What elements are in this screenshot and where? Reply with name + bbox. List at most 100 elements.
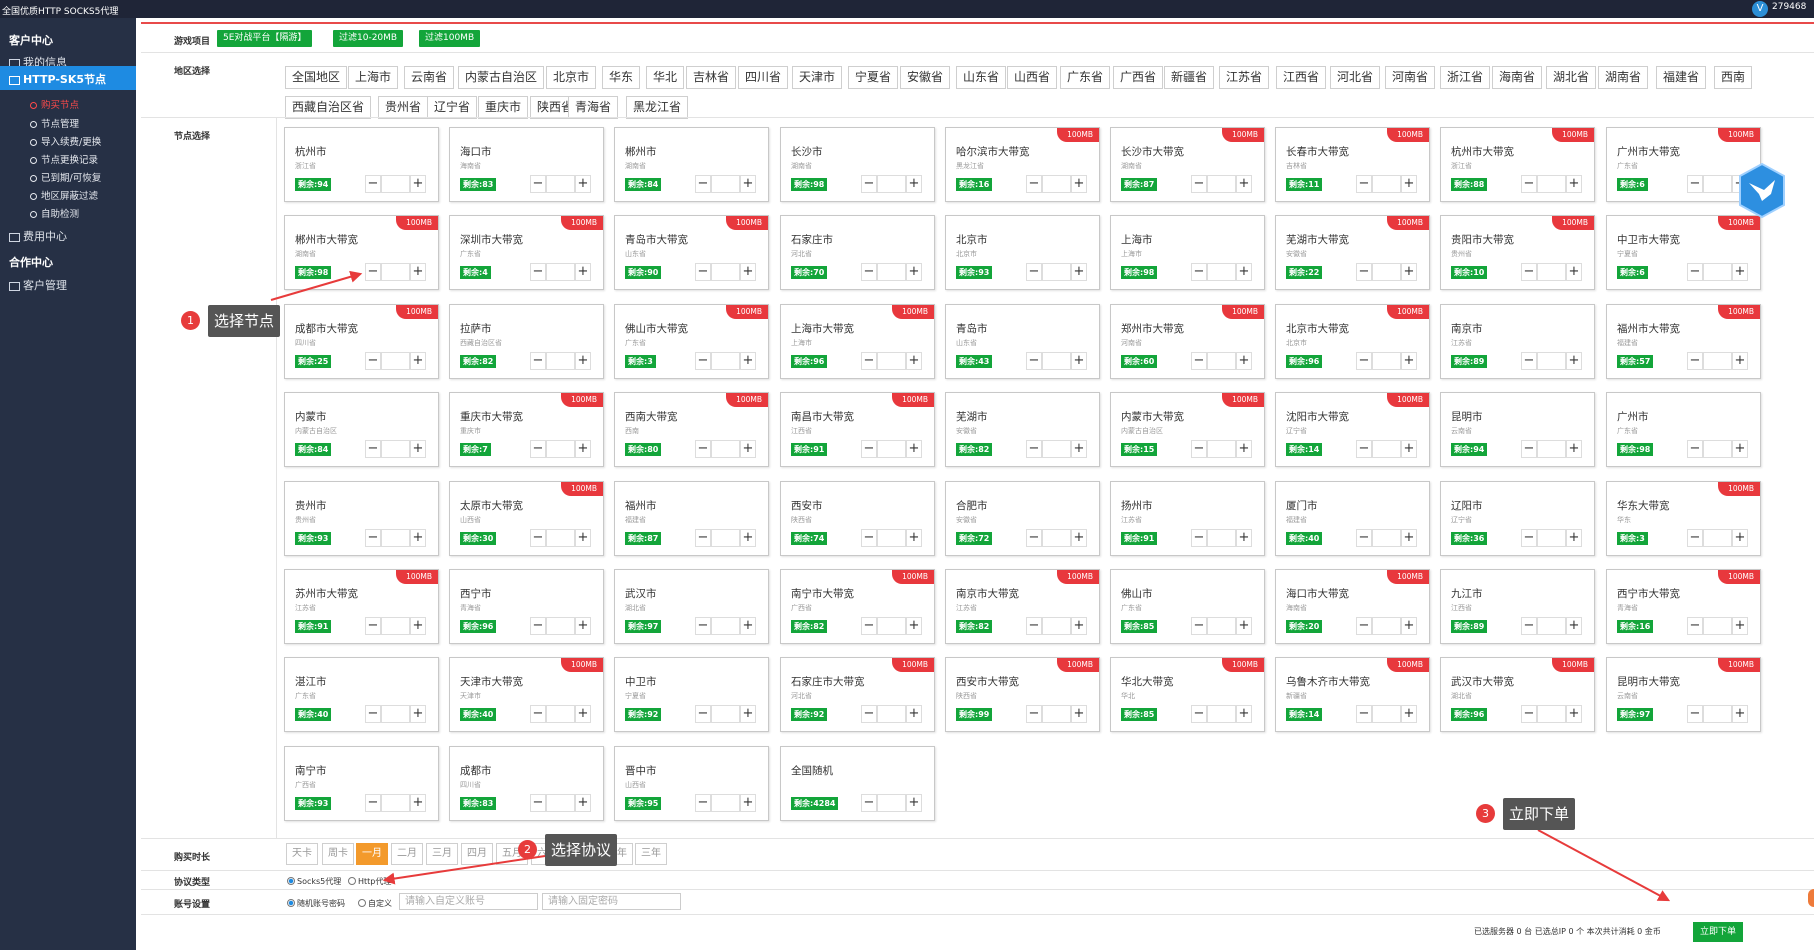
decrement-button[interactable]: − [1687, 175, 1703, 193]
quantity-input[interactable] [877, 352, 906, 370]
region-option[interactable]: 天津市 [792, 66, 843, 89]
decrement-button[interactable]: − [530, 705, 546, 723]
decrement-button[interactable]: − [695, 175, 711, 193]
region-option[interactable]: 华北 [646, 66, 685, 89]
node-card[interactable]: 广州市 广东省 剩余:98 − + [1606, 392, 1761, 467]
node-card[interactable]: 100MB 郴州市大带宽 湖南省 剩余:98 − + [284, 215, 439, 290]
increment-button[interactable]: + [906, 794, 922, 812]
region-option[interactable]: 福建省 [1656, 66, 1707, 89]
decrement-button[interactable]: − [1026, 529, 1042, 547]
region-option[interactable]: 全国地区 [285, 66, 348, 89]
decrement-button[interactable]: − [1191, 529, 1207, 547]
quantity-input[interactable] [381, 794, 410, 812]
increment-button[interactable]: + [1566, 175, 1582, 193]
quantity-input[interactable] [877, 617, 906, 635]
decrement-button[interactable]: − [530, 529, 546, 547]
increment-button[interactable]: + [1071, 617, 1087, 635]
sidebar-sub-node-manage[interactable]: 节点管理 [30, 116, 79, 130]
increment-button[interactable]: + [740, 263, 756, 281]
increment-button[interactable]: + [1732, 352, 1748, 370]
node-card[interactable]: 100MB 乌鲁木齐市大带宽 新疆省 剩余:14 − + [1275, 657, 1430, 732]
decrement-button[interactable]: − [861, 705, 877, 723]
quantity-input[interactable] [546, 440, 575, 458]
decrement-button[interactable]: − [365, 263, 381, 281]
quantity-input[interactable] [711, 440, 740, 458]
quantity-input[interactable] [711, 794, 740, 812]
quantity-input[interactable] [1537, 352, 1566, 370]
decrement-button[interactable]: − [1356, 705, 1372, 723]
increment-button[interactable]: + [1236, 175, 1252, 193]
quantity-input[interactable] [711, 352, 740, 370]
region-option[interactable]: 四川省 [738, 66, 789, 89]
decrement-button[interactable]: − [530, 440, 546, 458]
decrement-button[interactable]: − [365, 794, 381, 812]
node-card[interactable]: 100MB 重庆市大带宽 重庆市 剩余:7 − + [449, 392, 604, 467]
node-card[interactable]: 贵州市 贵州省 剩余:93 − + [284, 481, 439, 556]
node-card[interactable]: 长沙市 湖南省 剩余:98 − + [780, 127, 935, 202]
decrement-button[interactable]: − [695, 440, 711, 458]
node-card[interactable]: 100MB 太原市大带宽 山西省 剩余:30 − + [449, 481, 604, 556]
radio-socks5[interactable] [287, 877, 295, 885]
increment-button[interactable]: + [1071, 175, 1087, 193]
increment-button[interactable]: + [1071, 705, 1087, 723]
duration-option[interactable]: 天卡 [286, 843, 318, 865]
quantity-input[interactable] [546, 529, 575, 547]
node-card[interactable]: 100MB 福州市大带宽 福建省 剩余:57 − + [1606, 304, 1761, 379]
quantity-input[interactable] [1372, 440, 1401, 458]
node-card[interactable]: 100MB 深圳市大带宽 广东省 剩余:4 − + [449, 215, 604, 290]
node-card[interactable]: 郴州市 湖南省 剩余:84 − + [614, 127, 769, 202]
decrement-button[interactable]: − [861, 440, 877, 458]
node-card[interactable]: 晋中市 山西省 剩余:95 − + [614, 746, 769, 821]
decrement-button[interactable]: − [1521, 175, 1537, 193]
increment-button[interactable]: + [575, 440, 591, 458]
node-card[interactable]: 100MB 海口市大带宽 海南省 剩余:20 − + [1275, 569, 1430, 644]
quantity-input[interactable] [1703, 263, 1732, 281]
decrement-button[interactable]: − [530, 263, 546, 281]
increment-button[interactable]: + [740, 705, 756, 723]
increment-button[interactable]: + [575, 705, 591, 723]
increment-button[interactable]: + [906, 175, 922, 193]
quantity-input[interactable] [877, 263, 906, 281]
duration-option[interactable]: 二月 [391, 843, 423, 865]
region-option[interactable]: 宁夏省 [848, 66, 899, 89]
increment-button[interactable]: + [1236, 705, 1252, 723]
node-card[interactable]: 中卫市 宁夏省 剩余:92 − + [614, 657, 769, 732]
node-card[interactable]: 100MB 长沙市大带宽 湖南省 剩余:87 − + [1110, 127, 1265, 202]
quantity-input[interactable] [546, 794, 575, 812]
decrement-button[interactable]: − [695, 529, 711, 547]
decrement-button[interactable]: − [1356, 175, 1372, 193]
region-option[interactable]: 上海市 [348, 66, 399, 89]
increment-button[interactable]: + [740, 617, 756, 635]
node-card[interactable]: 昆明市 云南省 剩余:94 − + [1440, 392, 1595, 467]
increment-button[interactable]: + [575, 263, 591, 281]
increment-button[interactable]: + [906, 705, 922, 723]
region-option[interactable]: 广西省 [1113, 66, 1164, 89]
quantity-input[interactable] [546, 617, 575, 635]
node-card[interactable]: 青岛市 山东省 剩余:43 − + [945, 304, 1100, 379]
increment-button[interactable]: + [1732, 617, 1748, 635]
increment-button[interactable]: + [410, 705, 426, 723]
quantity-input[interactable] [711, 617, 740, 635]
decrement-button[interactable]: − [1191, 352, 1207, 370]
region-option[interactable]: 浙江省 [1440, 66, 1491, 89]
node-card[interactable]: 100MB 南京市大带宽 江苏省 剩余:82 − + [945, 569, 1100, 644]
increment-button[interactable]: + [1566, 440, 1582, 458]
node-card[interactable]: 西安市 陕西省 剩余:74 − + [780, 481, 935, 556]
decrement-button[interactable]: − [1191, 705, 1207, 723]
region-option[interactable]: 新疆省 [1164, 66, 1215, 89]
quantity-input[interactable] [381, 175, 410, 193]
quantity-input[interactable] [1703, 617, 1732, 635]
quantity-input[interactable] [1042, 617, 1071, 635]
increment-button[interactable]: + [410, 352, 426, 370]
quantity-input[interactable] [1537, 705, 1566, 723]
fixed-password-input[interactable]: 请输入固定密码 [542, 893, 681, 910]
node-card[interactable]: 内蒙市 内蒙古自治区 剩余:84 − + [284, 392, 439, 467]
quantity-input[interactable] [1537, 440, 1566, 458]
decrement-button[interactable]: − [1521, 352, 1537, 370]
radio-random-account[interactable] [287, 899, 295, 907]
node-card[interactable]: 南京市 江苏省 剩余:89 − + [1440, 304, 1595, 379]
quantity-input[interactable] [1042, 263, 1071, 281]
increment-button[interactable]: + [1401, 440, 1417, 458]
decrement-button[interactable]: − [1687, 352, 1703, 370]
increment-button[interactable]: + [410, 263, 426, 281]
